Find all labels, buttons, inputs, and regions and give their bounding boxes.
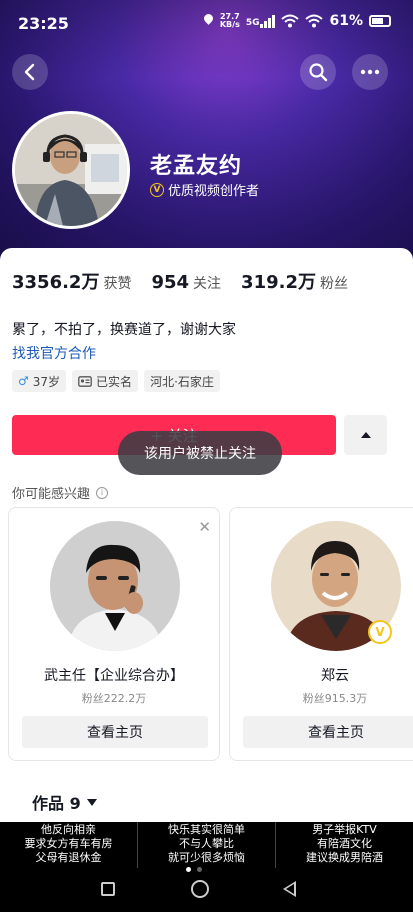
ad-item[interactable]: 他反向相亲 要求女方有车有房 父母有退休金 (0, 822, 138, 868)
battery-percent: 61% (329, 13, 363, 29)
following-label[interactable]: 关注 (193, 273, 221, 293)
works-tab[interactable]: 作品 9 (32, 790, 97, 814)
network-type: 5G (245, 17, 260, 28)
recommend-name: 郑云 (321, 668, 349, 684)
likes-count: 3356.2万 (12, 272, 100, 293)
home-icon[interactable] (191, 880, 209, 898)
bottom-ad-strip[interactable]: 他反向相亲 要求女方有车有房 父母有退休金 快乐其实很简单 不与人攀比 就可少很… (0, 822, 413, 868)
net-speed-unit: KB/s (219, 20, 240, 29)
visit-profile-button[interactable]: 查看主页 (243, 716, 413, 748)
profile-content: 3356.2万 获赞 954 关注 319.2万 粉丝 累了，不拍了，换赛道了，… (0, 248, 413, 828)
recommend-avatar[interactable] (50, 521, 180, 651)
quality-creator-icon: V (150, 182, 164, 197)
caret-up-icon (360, 432, 371, 438)
location-icon (203, 14, 214, 28)
ad-pagination-dots (186, 867, 202, 872)
ad-line: 父母有退休金 (35, 851, 102, 864)
ad-item[interactable]: 男子举报KTV 有陪酒文化 建议换成男陪酒 (276, 822, 413, 868)
creator-badge[interactable]: V 优质视频创作者 (150, 180, 259, 199)
profile-username: 老孟友约 (150, 154, 243, 179)
location-tag: 河北·石家庄 (144, 370, 220, 392)
info-icon[interactable]: i (96, 486, 109, 499)
profile-bio: 累了，不拍了，换赛道了，谢谢大家 (12, 322, 236, 338)
system-nav-bar (0, 868, 413, 912)
ad-line: 男子举报KTV (312, 823, 377, 836)
ad-line: 他反向相亲 (41, 823, 96, 836)
back-arrow-icon (24, 63, 35, 81)
ad-line: 建议换成男陪酒 (306, 851, 383, 864)
recommend-photo (50, 521, 180, 651)
back-triangle-icon[interactable] (283, 881, 296, 897)
ad-line: 不与人攀比 (179, 837, 234, 850)
verified-badge-icon: V (368, 620, 392, 644)
profile-screen: 23:25 27.7 KB/s 5G 61% 老孟友约 V 优质视频创作者 33… (0, 0, 413, 912)
ad-line: 就可少很多烦恼 (168, 851, 245, 864)
verified-tag[interactable]: 已实名 (72, 370, 139, 392)
followers-count[interactable]: 319.2万 (241, 268, 316, 294)
more-dots-icon (360, 69, 380, 75)
id-card-icon (78, 375, 92, 387)
recommend-card[interactable]: V 郑云 粉丝915.3万 查看主页 (229, 507, 413, 761)
visit-profile-button[interactable]: 查看主页 (22, 716, 208, 748)
likes-label: 获赞 (103, 276, 132, 292)
cell-signal-icon: 5G (245, 14, 276, 28)
age-tag: ♂ 37岁 (12, 370, 67, 392)
status-icons: 27.7 KB/s 5G 61% (203, 13, 391, 29)
more-button[interactable] (352, 54, 388, 90)
caret-down-icon (86, 798, 97, 806)
recommend-name: 武主任【企业综合办】 (44, 668, 184, 684)
page-dot-active (186, 867, 191, 872)
status-time: 23:25 (18, 14, 69, 33)
close-icon[interactable]: ✕ (198, 518, 211, 536)
followers-label[interactable]: 粉丝 (320, 273, 348, 293)
business-cooperation-link[interactable]: 找我官方合作 (12, 343, 96, 363)
works-label: 作品 9 (32, 794, 81, 813)
recents-icon[interactable] (101, 882, 115, 896)
ad-item[interactable]: 快乐其实很简单 不与人攀比 就可少很多烦恼 (138, 822, 276, 868)
profile-stats: 3356.2万 获赞 954 关注 319.2万 粉丝 (12, 268, 348, 294)
profile-tags: ♂ 37岁 已实名 河北·石家庄 (12, 370, 220, 392)
status-bar: 23:25 27.7 KB/s 5G 61% (0, 0, 413, 48)
location-text: 河北·石家庄 (150, 374, 214, 389)
search-icon (309, 63, 328, 82)
battery-icon (369, 15, 391, 27)
recommend-fans: 粉丝915.3万 (302, 692, 368, 705)
recommend-header: 你可能感兴趣 i (12, 483, 109, 502)
recommend-toggle-button[interactable] (344, 415, 387, 455)
search-button[interactable] (300, 54, 336, 90)
page-dot (197, 867, 202, 872)
avatar-photo (15, 114, 127, 226)
ad-line: 快乐其实很简单 (168, 823, 245, 836)
male-icon: ♂ (18, 374, 29, 388)
recommend-fans: 粉丝222.2万 (81, 692, 147, 705)
ad-line: 有陪酒文化 (317, 837, 372, 850)
creator-label: 优质视频创作者 (168, 184, 260, 199)
verified-text: 已实名 (96, 374, 133, 389)
profile-avatar[interactable] (12, 111, 130, 229)
ad-line: 要求女方有车有房 (24, 837, 113, 850)
age-text: 37岁 (32, 374, 61, 389)
back-button[interactable] (12, 54, 48, 90)
recommend-card[interactable]: ✕ 武主任【企业综合办】 粉丝222.2万 查看主页 (8, 507, 220, 761)
recommend-title: 你可能感兴趣 (12, 487, 91, 502)
toast-message: 该用户被禁止关注 (118, 431, 282, 475)
following-count[interactable]: 954 (151, 272, 189, 293)
wifi-icon (281, 14, 300, 28)
net-speed: 27.7 KB/s (220, 13, 240, 29)
wifi-icon-secondary (305, 14, 324, 28)
